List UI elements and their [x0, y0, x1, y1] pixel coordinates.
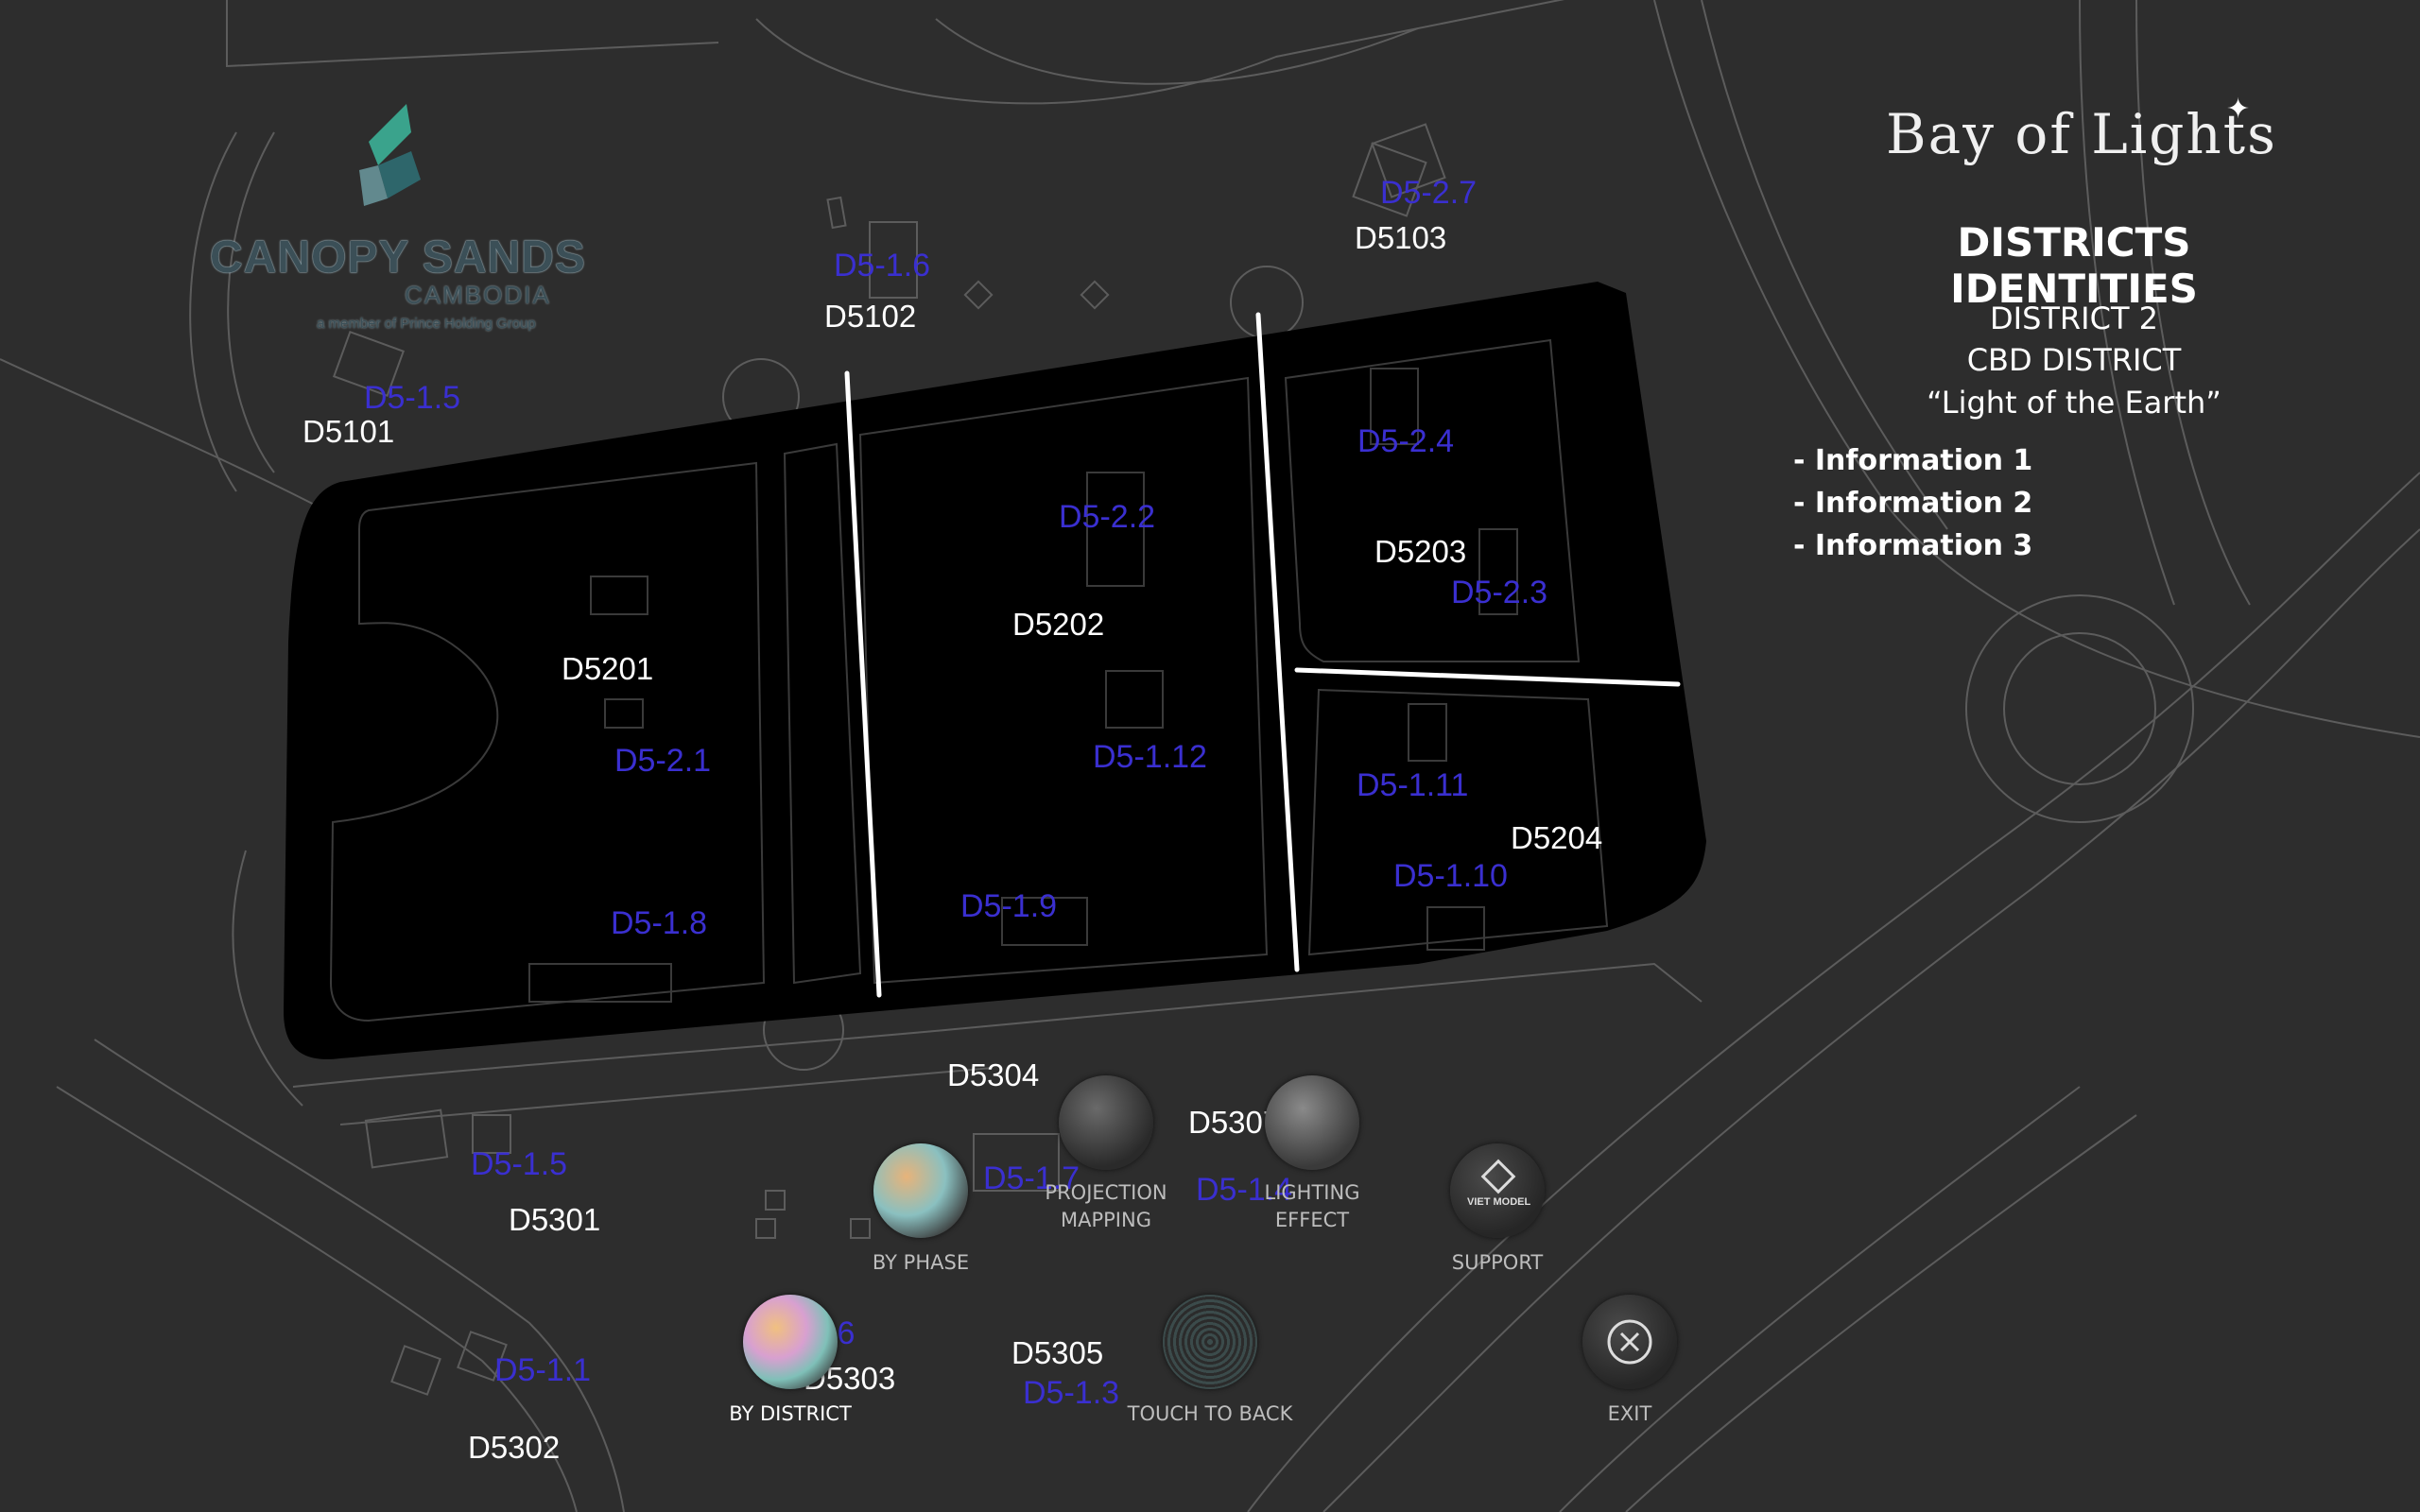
- info-item: - Information 2: [1793, 487, 2033, 520]
- district-label[interactable]: D5101: [302, 414, 394, 450]
- plot-label: D5-1.5: [471, 1146, 568, 1182]
- projection-mapping-label-2: MAPPING: [1061, 1209, 1151, 1231]
- panel-title: DISTRICTS IDENTITIES: [1950, 219, 2198, 312]
- district-motto: “Light of the Earth”: [1927, 385, 2221, 421]
- plot-label: D5-2.1: [614, 743, 712, 779]
- district-label[interactable]: D5304: [947, 1057, 1039, 1093]
- district-label[interactable]: D5202: [1012, 607, 1104, 643]
- viet-model-logo-icon: VIET MODEL: [1450, 1143, 1545, 1238]
- plot-label: D5-1.11: [1357, 767, 1469, 803]
- logo-name: CANOPY SANDS: [210, 232, 586, 283]
- plot-label: D5-1.5: [364, 380, 461, 416]
- plot-label: D5-1.8: [611, 905, 708, 941]
- district-label[interactable]: D5305: [1011, 1335, 1103, 1371]
- by-phase-label: BY PHASE: [872, 1251, 970, 1274]
- plot-label: D5-1.10: [1393, 858, 1508, 894]
- district-label[interactable]: D5204: [1511, 820, 1602, 856]
- info-item: - Information 3: [1793, 529, 2033, 562]
- exit-label: EXIT: [1607, 1402, 1652, 1425]
- logo-tagline: a member of Prince Holding Group: [317, 316, 536, 332]
- sparkle-icon: ✦: [2226, 94, 2251, 125]
- plot-label: D5-1.6: [834, 248, 931, 284]
- close-circle-icon: [1607, 1319, 1652, 1365]
- info-item: - Information 1: [1793, 444, 2033, 477]
- district-name: CBD DISTRICT: [1966, 342, 2182, 378]
- by-district-label: BY DISTRICT: [729, 1402, 852, 1425]
- canopy-sands-logo: CANOPY SANDS CAMBODIA a member of Prince…: [199, 94, 585, 340]
- district-label[interactable]: D5302: [468, 1430, 560, 1466]
- canopy-sands-emblem-icon: [359, 104, 421, 206]
- plot-label: D5-2.2: [1059, 499, 1156, 535]
- district-label[interactable]: D5201: [562, 651, 653, 687]
- plot-label: D5-1.3: [1023, 1375, 1120, 1411]
- exit-orb: [1582, 1295, 1677, 1389]
- plot-label: D5-1.9: [960, 888, 1058, 924]
- by-district-icon: [743, 1295, 838, 1389]
- plot-label: D5-2.7: [1380, 175, 1478, 211]
- plot-label: D5-2.4: [1357, 423, 1455, 459]
- support-logo-text: VIET MODEL: [1467, 1196, 1531, 1208]
- touch-to-back-icon: [1163, 1295, 1257, 1389]
- district-label[interactable]: D5102: [824, 299, 916, 335]
- plot-label: D5-1.1: [494, 1352, 592, 1388]
- projection-mapping-label-1: PROJECTION: [1045, 1181, 1167, 1204]
- logo-subtitle: CAMBODIA: [405, 281, 551, 309]
- district-label[interactable]: D5203: [1374, 534, 1466, 570]
- brand-title: Bay of Lights: [1886, 102, 2277, 166]
- lighting-effect-label-1: LIGHTING: [1264, 1181, 1360, 1204]
- by-phase-icon: [873, 1143, 968, 1238]
- district-number: DISTRICT 2: [1989, 301, 2159, 336]
- plot-label: D5-1.12: [1093, 739, 1207, 775]
- plot-label: D5-2.3: [1451, 575, 1548, 610]
- lighting-effect-icon: [1265, 1075, 1359, 1170]
- support-label: SUPPORT: [1451, 1251, 1544, 1274]
- touch-to-back-label: TOUCH TO BACK: [1127, 1402, 1293, 1425]
- diamond-icon: [1480, 1159, 1516, 1194]
- district-label[interactable]: D5301: [509, 1202, 600, 1238]
- district-label[interactable]: D5103: [1355, 220, 1446, 256]
- lighting-effect-label-2: EFFECT: [1274, 1209, 1350, 1231]
- district-2-highlight: [284, 282, 1706, 1059]
- projection-mapping-icon: [1059, 1075, 1153, 1170]
